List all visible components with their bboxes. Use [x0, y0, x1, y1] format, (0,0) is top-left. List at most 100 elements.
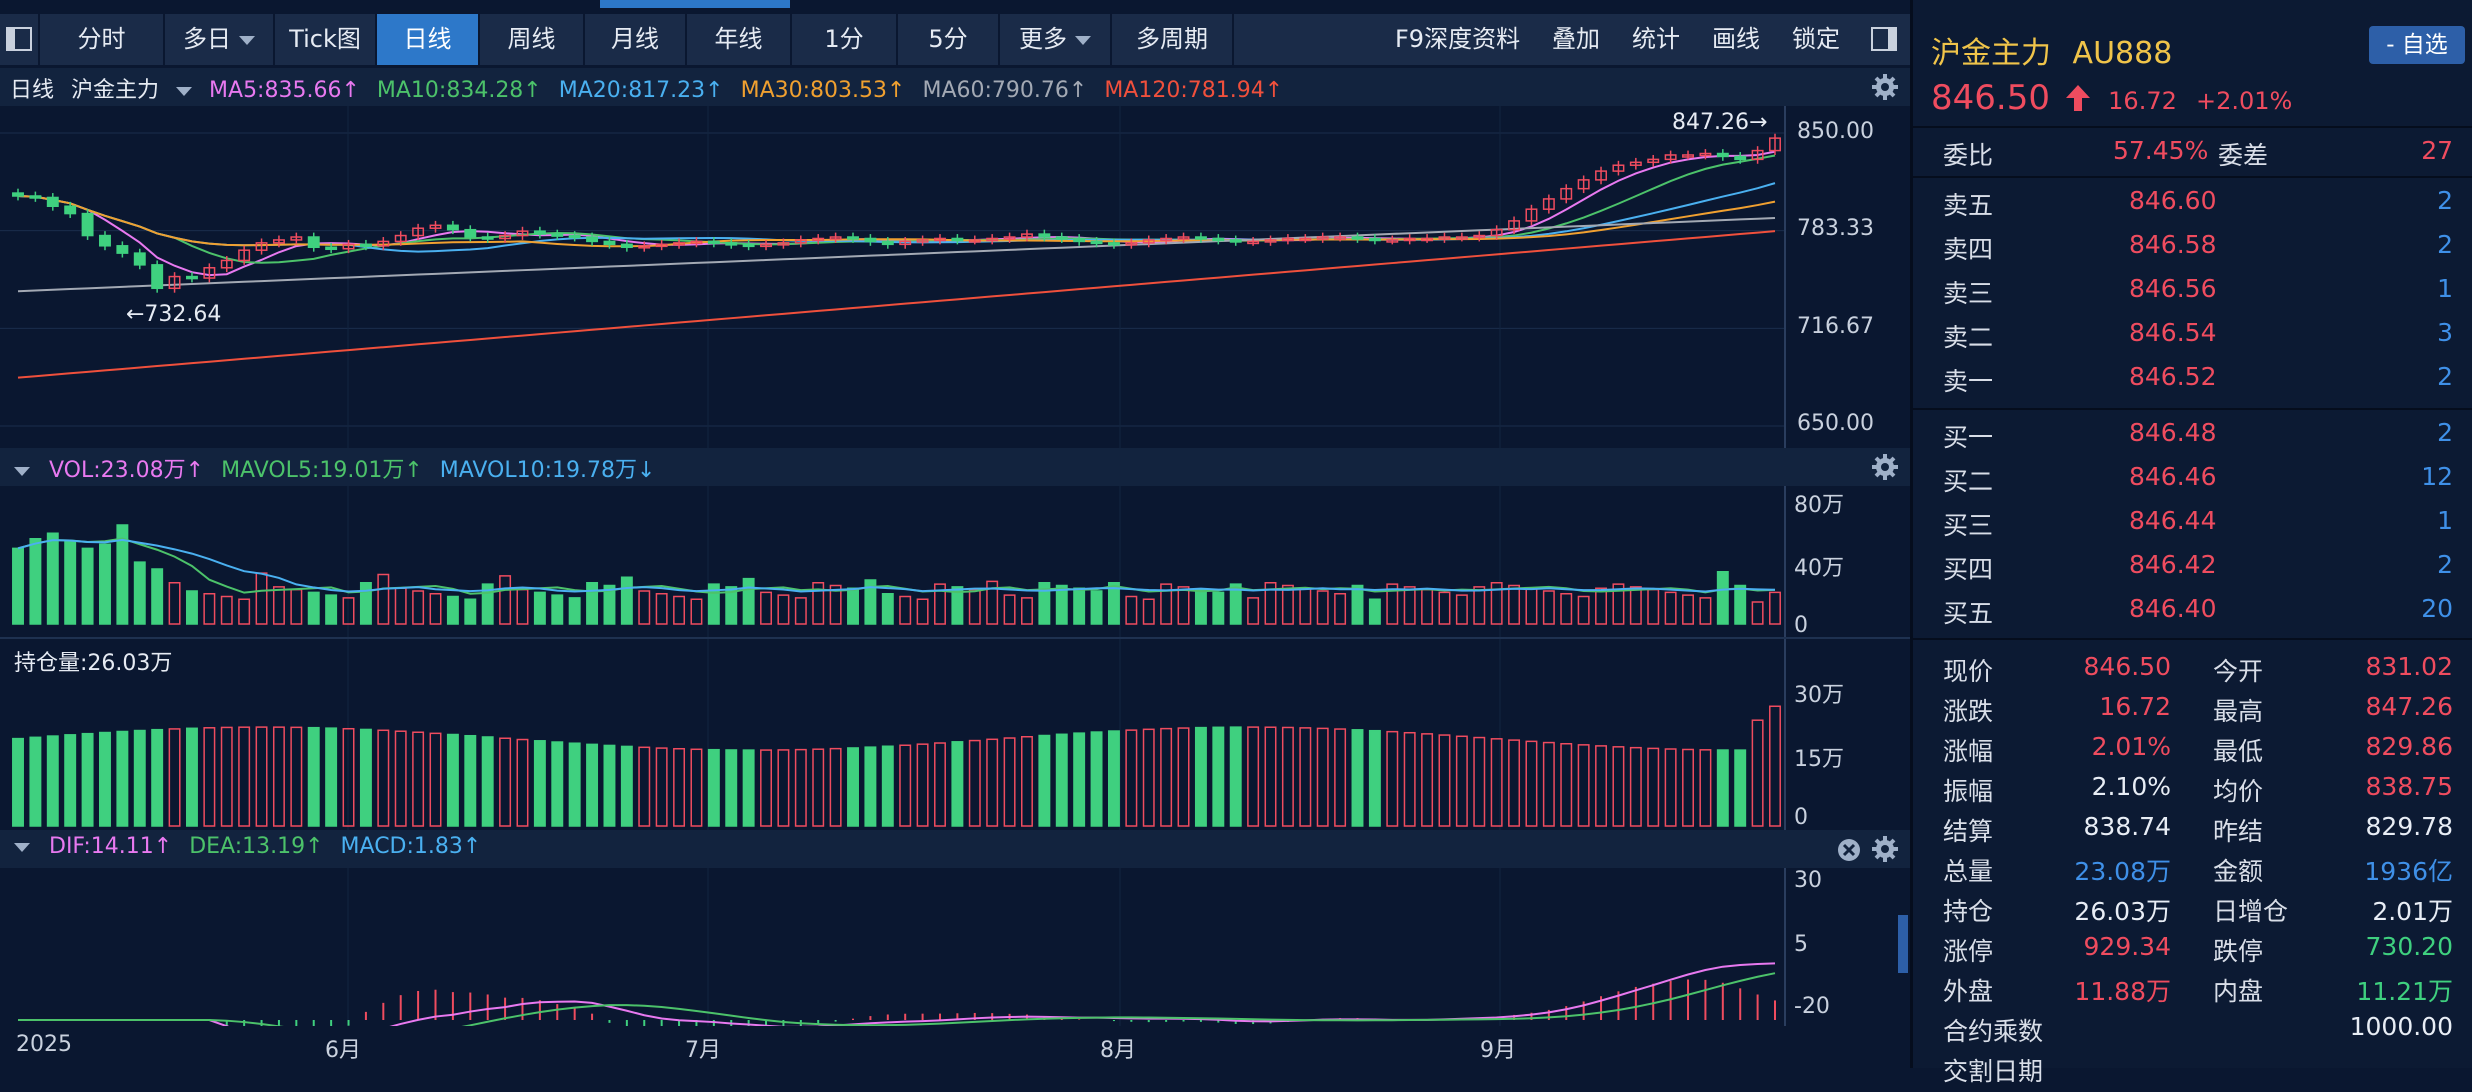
bid-level-row[interactable]: 买二 846.46 12: [1933, 462, 2461, 502]
tab-monthly[interactable]: 月线: [585, 14, 687, 65]
ask-price: 846.54: [2129, 318, 2217, 347]
volume-bar: [1542, 590, 1555, 625]
chevron-down-icon: [1075, 35, 1091, 45]
draw-line-button[interactable]: 画线: [1712, 14, 1760, 65]
tab-multiperiod[interactable]: 多周期: [1112, 14, 1234, 65]
volume-bar: [342, 597, 355, 625]
kline-chart[interactable]: [0, 106, 1910, 1026]
tab-tick[interactable]: Tick图: [275, 14, 377, 65]
volume-bar: [1716, 571, 1729, 625]
stat-label: 今开: [2213, 657, 2264, 686]
candle-body: [864, 237, 877, 243]
overlay-button[interactable]: 叠加: [1552, 14, 1600, 65]
open-interest-bar: [1264, 726, 1277, 827]
ask-level-row[interactable]: 卖三 846.56 1: [1933, 274, 2461, 314]
open-interest-bar: [829, 747, 842, 827]
candle-body: [1107, 242, 1120, 246]
candle-body: [1212, 237, 1225, 242]
open-interest-bar: [916, 743, 929, 827]
volume-bar: [1055, 584, 1068, 625]
bid-level-row[interactable]: 买三 846.44 1: [1933, 506, 2461, 546]
stat-row: 涨幅 2.01% 最低 829.86: [1933, 732, 2461, 772]
volume-bar: [307, 591, 320, 625]
ask-level-row[interactable]: 卖五 846.60 2: [1933, 186, 2461, 226]
volume-bar: [1438, 591, 1451, 625]
bid-level-row[interactable]: 买四 846.42 2: [1933, 550, 2461, 590]
scroll-marker[interactable]: [1898, 915, 1908, 973]
stat-value: 23.08万: [2074, 857, 2171, 886]
candle-body: [1038, 233, 1051, 238]
open-interest-bar: [603, 744, 616, 827]
volume-bar: [620, 576, 633, 625]
stat-value: 838.74: [2083, 812, 2171, 841]
statistics-button[interactable]: 统计: [1632, 14, 1680, 65]
stat-label: 涨停: [1943, 937, 1994, 966]
tab-fenshi[interactable]: 分时: [40, 14, 165, 65]
f9-deep-info-button[interactable]: F9深度资料: [1395, 14, 1520, 65]
vol-label: VOL:23.08万↑: [49, 458, 205, 483]
tab-1min[interactable]: 1分: [792, 14, 898, 65]
stat-label: 涨跌: [1943, 697, 1994, 726]
tab-daily[interactable]: 日线: [377, 14, 480, 65]
open-interest-bar: [1751, 719, 1764, 827]
ma120-label: MA120:781.94↑: [1104, 78, 1284, 103]
ma60-label: MA60:790.76↑: [922, 78, 1088, 103]
volume-bar: [220, 595, 233, 625]
ask-price: 846.52: [2129, 362, 2217, 391]
watchlist-button[interactable]: - 自选: [2369, 26, 2465, 64]
candle-body: [881, 240, 894, 246]
y-tick-oi-0: 30万: [1794, 683, 1844, 708]
open-interest-bar: [1142, 728, 1155, 827]
open-interest-bar: [1125, 729, 1138, 827]
stat-label: 昨结: [2213, 817, 2264, 846]
stat-label: 总量: [1943, 857, 1994, 886]
ma20-label: MA20:817.23↑: [558, 78, 724, 103]
ask-level-row[interactable]: 卖二 846.54 3: [1933, 318, 2461, 358]
volume-bar: [1525, 587, 1538, 625]
volume-bar: [185, 590, 198, 625]
macd-legend: DIF:14.11↑ DEA:13.19↑ MACD:1.83↑: [14, 834, 491, 859]
gear-icon[interactable]: [1872, 454, 1898, 480]
stat-value: 929.34: [2083, 932, 2171, 961]
volume-bar: [1403, 586, 1416, 625]
volume-bar: [1473, 586, 1486, 625]
lock-button[interactable]: 锁定: [1792, 14, 1840, 65]
ma30-label: MA30:803.53↑: [740, 78, 906, 103]
candle-body: [185, 275, 198, 280]
open-interest-bar: [499, 737, 512, 827]
y-tick-main-0: 850.00: [1797, 119, 1874, 144]
open-interest-bar: [881, 745, 894, 827]
toolbar-panel-toggle[interactable]: [0, 14, 40, 65]
ask-level-row[interactable]: 卖四 846.58 2: [1933, 230, 2461, 270]
tab-yearly[interactable]: 年线: [687, 14, 792, 65]
quote-name: 沪金主力: [1931, 36, 2051, 71]
volume-bar: [777, 594, 790, 625]
stat-label: 现价: [1943, 657, 1994, 686]
bid-level-row[interactable]: 买一 846.48 2: [1933, 418, 2461, 458]
close-icon[interactable]: [1836, 837, 1862, 863]
open-interest-bar: [760, 749, 772, 827]
candle-body: [46, 196, 59, 207]
contract-label: 合约乘数: [1943, 1017, 2044, 1046]
tab-weekly[interactable]: 周线: [480, 14, 585, 65]
tab-more[interactable]: 更多: [1000, 14, 1112, 65]
gear-icon[interactable]: [1872, 74, 1898, 100]
chevron-down-icon[interactable]: [14, 842, 30, 852]
gear-icon[interactable]: [1872, 836, 1898, 862]
bid-price: 846.40: [2129, 594, 2217, 623]
tab-5min[interactable]: 5分: [898, 14, 1000, 65]
volume-bar: [1142, 598, 1155, 625]
candle-body: [1229, 239, 1242, 243]
candle-body: [116, 245, 129, 254]
chevron-down-icon[interactable]: [176, 86, 193, 96]
y-tick-main-1: 783.33: [1797, 216, 1874, 241]
stat-label: 外盘: [1943, 977, 1994, 1006]
right-panel-toggle[interactable]: [1862, 14, 1906, 65]
bid-level-row[interactable]: 买五 846.40 20: [1933, 594, 2461, 634]
stat-label: 日增仓: [2213, 897, 2289, 926]
candle-body: [481, 236, 494, 240]
ask-level-row[interactable]: 卖一 846.52 2: [1933, 362, 2461, 402]
chevron-down-icon[interactable]: [14, 466, 30, 476]
tab-multiday[interactable]: 多日: [165, 14, 275, 65]
candle-body: [603, 240, 616, 246]
